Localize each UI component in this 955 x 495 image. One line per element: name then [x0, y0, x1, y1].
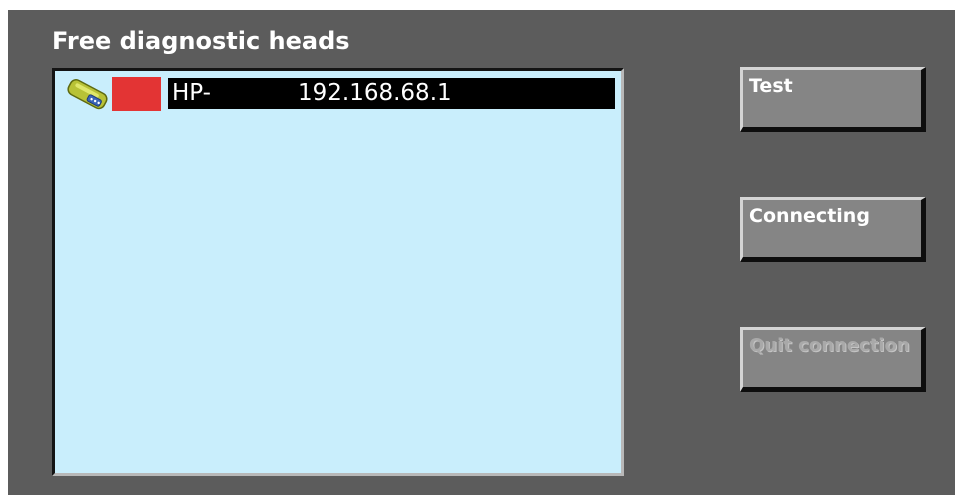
- page-title: Free diagnostic heads: [52, 27, 350, 55]
- connecting-button[interactable]: Connecting: [740, 197, 926, 262]
- quit-connection-button[interactable]: Quit connection: [740, 327, 926, 392]
- connecting-button-label: Connecting: [749, 205, 870, 227]
- head-name: HP-: [172, 80, 211, 106]
- list-item-label: HP- 192.168.68.1: [168, 78, 615, 109]
- diagnostic-heads-screen: Free diagnostic heads HP- 192.168.68.1 T…: [8, 10, 955, 495]
- test-button-label: Test: [749, 75, 793, 97]
- list-item[interactable]: HP- 192.168.68.1: [55, 77, 621, 111]
- head-ip-address: 192.168.68.1: [298, 80, 452, 106]
- status-indicator: [112, 77, 161, 111]
- diagnostic-heads-list[interactable]: HP- 192.168.68.1: [52, 68, 624, 476]
- test-button[interactable]: Test: [740, 67, 926, 132]
- diagnostic-head-icon: [67, 79, 108, 110]
- quit-connection-button-label: Quit connection: [749, 335, 910, 356]
